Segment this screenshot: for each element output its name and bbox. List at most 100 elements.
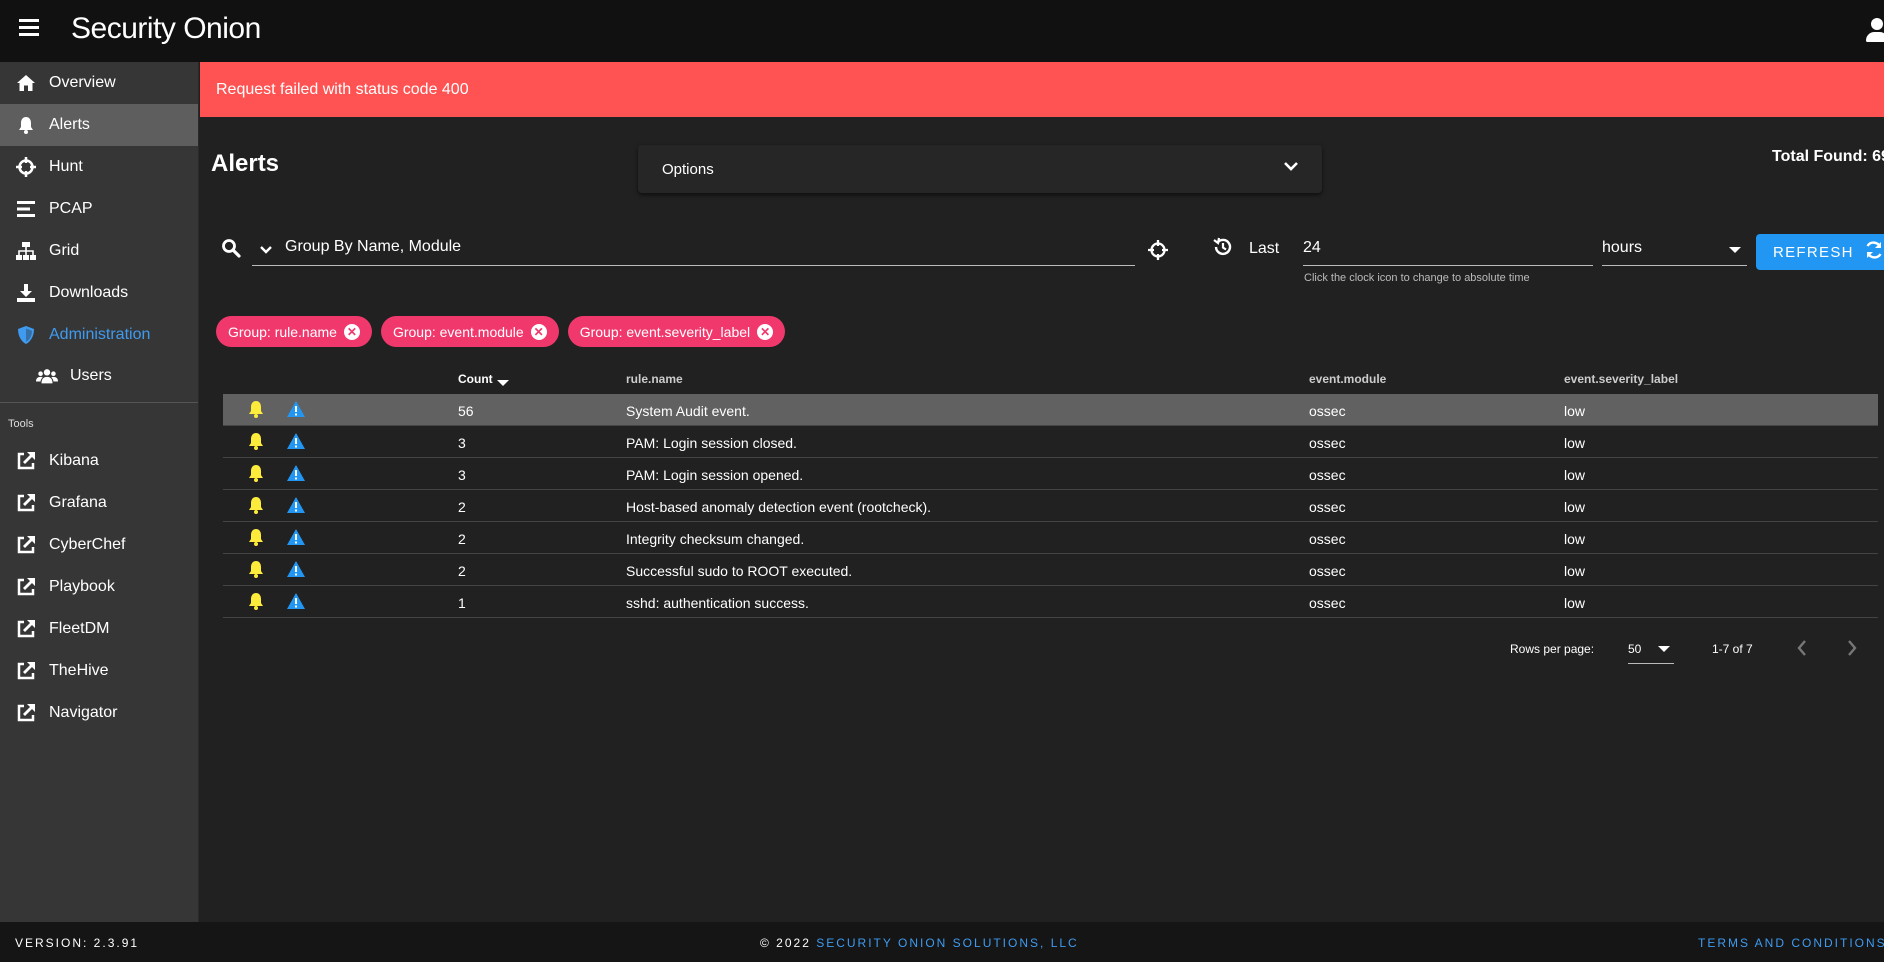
sidebar-item-label: Kibana <box>49 452 99 469</box>
escalate-warning-icon[interactable] <box>286 592 306 613</box>
acknowledge-bell-icon[interactable] <box>248 496 264 517</box>
table-row[interactable]: 3 PAM: Login session closed. ossec low <box>223 426 1878 458</box>
refresh-button[interactable]: REFRESH <box>1756 234 1884 270</box>
total-found: Total Found: 69 <box>1772 148 1884 165</box>
crosshair-icon[interactable] <box>1148 240 1168 265</box>
cell-count: 2 <box>458 531 466 547</box>
user-icon[interactable] <box>1864 18 1884 44</box>
chevron-left-icon[interactable] <box>1793 637 1811 662</box>
chevron-down-icon[interactable] <box>258 242 274 263</box>
column-header-rule-name[interactable]: rule.name <box>626 372 683 386</box>
relative-time-input[interactable]: 24 <box>1303 232 1593 266</box>
table-row[interactable]: 2 Integrity checksum changed. ossec low <box>223 522 1878 554</box>
acknowledge-bell-icon[interactable] <box>248 432 264 453</box>
external-link-icon <box>15 450 37 472</box>
rows-per-page-value: 50 <box>1628 642 1642 656</box>
tools-heading: Tools <box>8 418 34 430</box>
sidebar-item-label: CyberChef <box>49 536 126 553</box>
sidebar-item-label: Alerts <box>49 116 90 133</box>
sidebar-item-grafana[interactable]: Grafana <box>0 482 198 524</box>
sidebar-item-hunt[interactable]: Hunt <box>0 146 198 188</box>
time-unit-select[interactable]: hours <box>1602 232 1747 266</box>
sidebar-item-grid[interactable]: Grid <box>0 230 198 272</box>
history-icon[interactable] <box>1212 236 1234 263</box>
escalate-warning-icon[interactable] <box>286 528 306 549</box>
company-link[interactable]: SECURITY ONION SOLUTIONS, LLC <box>816 936 1079 950</box>
close-icon[interactable]: ✕ <box>530 323 547 340</box>
acknowledge-bell-icon[interactable] <box>248 464 264 485</box>
table-row[interactable]: 2 Successful sudo to ROOT executed. ossec l… <box>223 554 1878 586</box>
acknowledge-bell-icon[interactable] <box>248 528 264 549</box>
cell-count: 1 <box>458 595 466 611</box>
copyright-prefix: © 2022 <box>760 936 811 950</box>
cell-count: 2 <box>458 499 466 515</box>
acknowledge-bell-icon[interactable] <box>248 560 264 581</box>
footer: VERSION: 2.3.91 © 2022 SECURITY ONION SO… <box>0 922 1884 962</box>
sidebar-item-label: Hunt <box>49 158 83 175</box>
sidebar-item-thehive[interactable]: TheHive <box>0 650 198 692</box>
sidebar-item-label: Administration <box>49 326 151 343</box>
acknowledge-bell-icon[interactable] <box>248 400 264 421</box>
table-row[interactable]: 56 System Audit event. ossec low <box>223 394 1878 426</box>
sidebar-item-playbook[interactable]: Playbook <box>0 566 198 608</box>
cell-rule-name: Integrity checksum changed. <box>626 531 805 547</box>
sidebar-item-pcap[interactable]: PCAP <box>0 188 198 230</box>
cell-event-module: ossec <box>1309 563 1346 579</box>
sidebar-item-label: Downloads <box>49 284 129 301</box>
sidebar-item-navigator[interactable]: Navigator <box>0 692 198 734</box>
time-hint: Click the clock icon to change to absolu… <box>1304 272 1530 284</box>
table-row[interactable]: 2 Host-based anomaly detection event (roo… <box>223 490 1878 522</box>
terms-link[interactable]: TERMS AND CONDITIONS <box>1698 936 1884 950</box>
alerts-table: Count rule.name event.module event.sever… <box>223 366 1878 618</box>
chevron-right-icon[interactable] <box>1843 637 1861 662</box>
query-text: Group By Name, Module <box>285 238 462 255</box>
column-header-severity[interactable]: event.severity_label <box>1564 372 1678 386</box>
time-unit-value: hours <box>1602 239 1643 256</box>
column-header-event-module[interactable]: event.module <box>1309 372 1386 386</box>
brand-logo[interactable]: Security Onion <box>71 12 261 46</box>
options-expander[interactable]: Options <box>638 145 1322 193</box>
shield-icon <box>15 324 37 346</box>
cell-severity: low <box>1564 499 1586 515</box>
page-title: Alerts <box>211 150 280 177</box>
close-icon[interactable]: ✕ <box>757 323 774 340</box>
escalate-warning-icon[interactable] <box>286 432 306 453</box>
cell-rule-name: Successful sudo to ROOT executed. <box>626 563 853 579</box>
cell-event-module: ossec <box>1309 499 1346 515</box>
sidebar-item-fleetdm[interactable]: FleetDM <box>0 608 198 650</box>
sitemap-icon <box>15 240 37 262</box>
escalate-warning-icon[interactable] <box>286 464 306 485</box>
group-chip[interactable]: Group: event.module ✕ <box>380 316 559 347</box>
cell-event-module: ossec <box>1309 531 1346 547</box>
sidebar-item-label: Grafana <box>49 494 107 511</box>
rows-per-page-select[interactable]: 50 <box>1628 636 1674 664</box>
escalate-warning-icon[interactable] <box>286 496 306 517</box>
sidebar-item-users[interactable]: Users <box>0 356 198 396</box>
table-row[interactable]: 1 sshd: authentication success. ossec low <box>223 586 1878 618</box>
table-row[interactable]: 3 PAM: Login session opened. ossec low <box>223 458 1878 490</box>
acknowledge-bell-icon[interactable] <box>248 592 264 613</box>
brand-text: Security Onion <box>71 12 261 45</box>
sidebar-item-cyberchef[interactable]: CyberChef <box>0 524 198 566</box>
chip-label: Group: event.severity_label <box>579 323 751 340</box>
group-chip[interactable]: Group: rule.name ✕ <box>216 316 372 347</box>
sidebar-item-overview[interactable]: Overview <box>0 62 198 104</box>
sidebar-item-kibana[interactable]: Kibana <box>0 440 198 482</box>
escalate-warning-icon[interactable] <box>286 560 306 581</box>
close-icon[interactable]: ✕ <box>343 323 360 340</box>
cell-event-module: ossec <box>1309 435 1346 451</box>
sidebar-item-alerts[interactable]: Alerts <box>0 104 198 146</box>
group-chip[interactable]: Group: event.severity_label ✕ <box>567 316 786 347</box>
sidebar-item-downloads[interactable]: Downloads <box>0 272 198 314</box>
chip-label: Group: event.module <box>392 323 524 340</box>
sidebar-item-label: Overview <box>49 74 116 91</box>
chip-label: Group: rule.name <box>228 323 337 340</box>
chevron-down-icon <box>1282 157 1300 179</box>
escalate-warning-icon[interactable] <box>286 400 306 421</box>
caret-down-icon <box>1729 247 1741 253</box>
sidebar-item-label: FleetDM <box>49 620 110 637</box>
search-icon[interactable] <box>221 238 241 263</box>
column-header-count[interactable]: Count <box>458 372 509 386</box>
menu-icon[interactable] <box>19 19 39 41</box>
sidebar-item-administration[interactable]: Administration <box>0 314 198 356</box>
